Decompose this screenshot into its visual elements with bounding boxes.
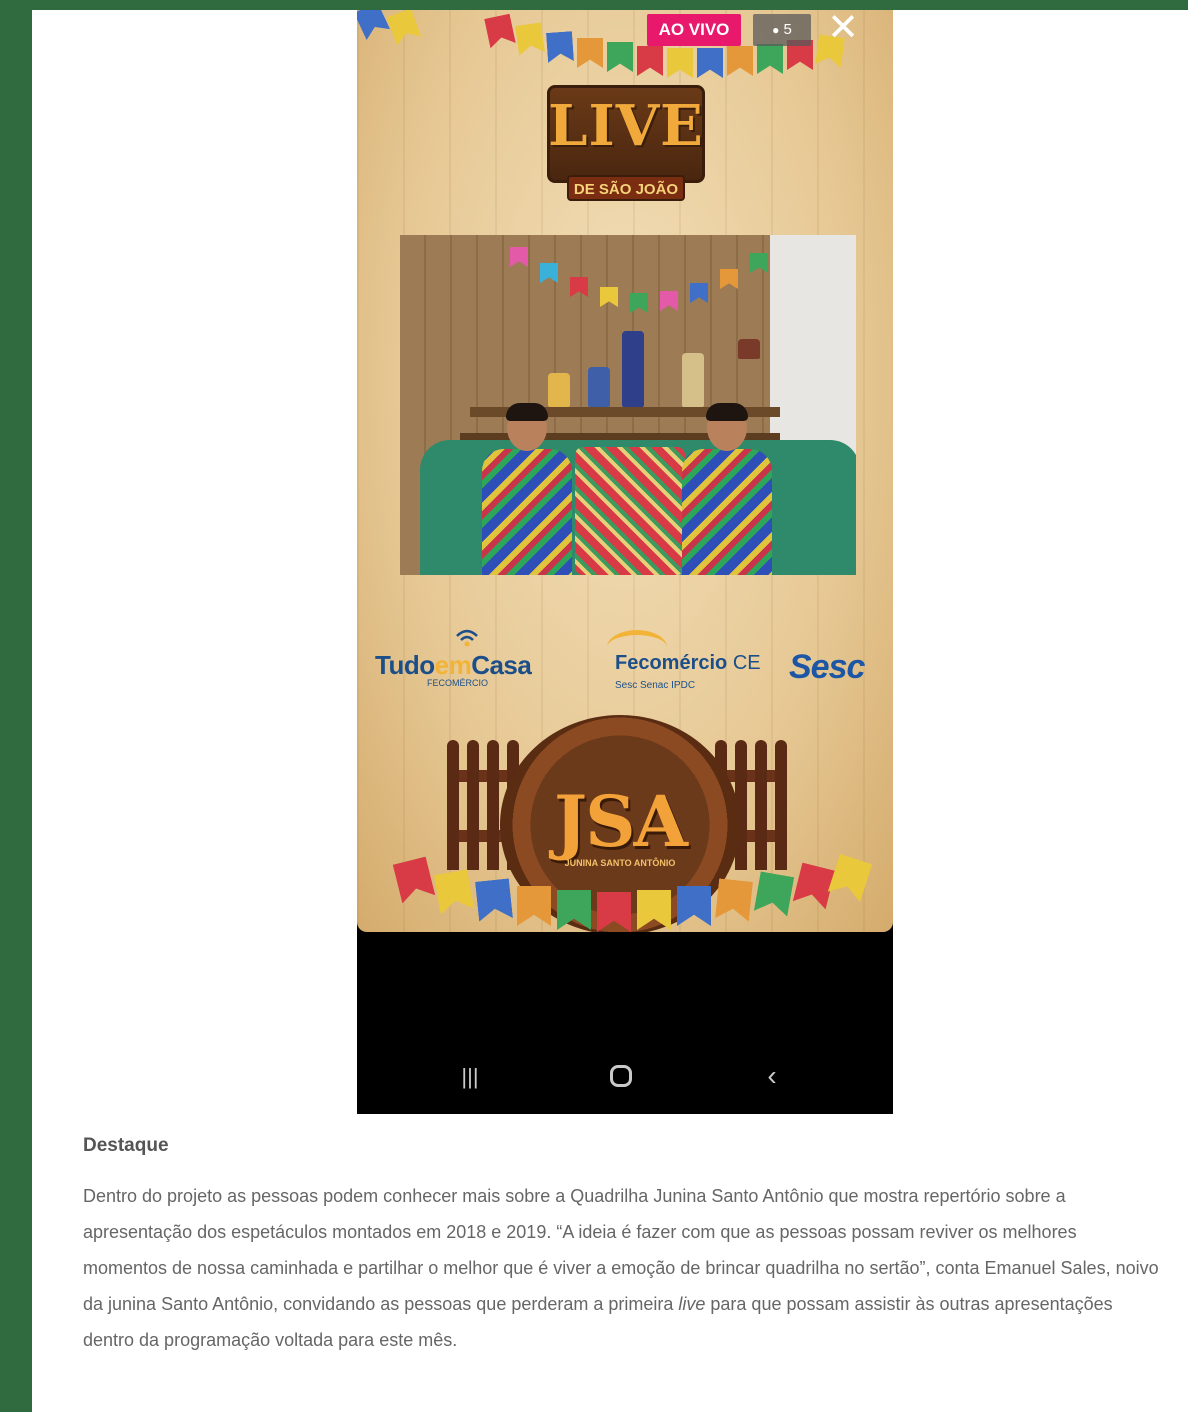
bunting-flag [667, 48, 693, 78]
left-border [0, 0, 32, 1412]
bunting-flag [357, 10, 390, 40]
bunting-flag [637, 46, 663, 76]
bunting-flag [434, 869, 474, 914]
bunting-bottom [357, 850, 893, 932]
logo-part: Tudo [375, 650, 435, 680]
shirt [682, 449, 772, 575]
bunting-flag [757, 44, 783, 74]
logo-part: em [434, 650, 472, 680]
bunting-flag [607, 42, 633, 72]
article-body: Destaque Dentro do projeto as pessoas po… [83, 1132, 1163, 1358]
bunting-flag [515, 22, 545, 55]
viewer-count-badge: ● 5 [753, 14, 811, 46]
trophy [548, 373, 570, 407]
sesc-logo: Sesc [789, 648, 865, 686]
fecomercio-state: CE [732, 652, 761, 674]
bunting-flag [484, 14, 516, 49]
bunting-flag [577, 38, 603, 68]
bunting-flag [677, 886, 711, 926]
live-badge: AO VIVO [647, 14, 741, 46]
trophy [682, 353, 704, 407]
wifi-icon [456, 629, 478, 647]
bunting-flag [637, 890, 671, 930]
hair [706, 403, 748, 421]
hair [506, 403, 548, 421]
tudo-em-casa-sub: FECOMÉRCIO [427, 678, 489, 688]
logo-subtitle: DE SÃO JOÃO [567, 175, 685, 201]
trophy [622, 331, 644, 407]
bunting-flag [546, 31, 574, 63]
eye-icon: ● [772, 23, 780, 37]
home-icon[interactable] [610, 1065, 632, 1087]
fecomercio-name: Fecomércio [615, 652, 728, 674]
article-content: AO VIVO ● 5 ✕ LIVE DE SÃO JOÃO TudoemCas… [32, 10, 1188, 1412]
fecomercio-sub: Sesc Senac IPDC [615, 680, 696, 691]
bunting-flag [697, 48, 723, 78]
shirt [482, 449, 572, 575]
live-stream-screen: AO VIVO ● 5 ✕ LIVE DE SÃO JOÃO TudoemCas… [357, 10, 893, 932]
back-icon[interactable]: ‹ [759, 1062, 785, 1090]
sponsor-logos: TudoemCasa FECOMÉRCIO Fecomércio CE Sesc… [357, 628, 893, 698]
trophy [588, 367, 610, 407]
phone-screenshot: AO VIVO ● 5 ✕ LIVE DE SÃO JOÃO TudoemCas… [357, 10, 893, 1114]
pillow [575, 447, 685, 575]
bunting-flag [715, 878, 753, 921]
live-de-sao-joao-logo: LIVE DE SÃO JOÃO [547, 85, 705, 203]
bunting-flag [597, 892, 631, 932]
section-heading: Destaque [83, 1135, 169, 1156]
article-paragraph: Dentro do projeto as pessoas podem conhe… [83, 1178, 1163, 1358]
trophy [738, 339, 760, 359]
video-feed [400, 235, 856, 575]
top-border [0, 0, 1188, 10]
paragraph-emphasis: live [678, 1294, 706, 1314]
person-left [482, 403, 572, 575]
bunting-flag [828, 854, 873, 903]
logo-title: LIVE [548, 93, 704, 159]
person-right [682, 403, 772, 575]
bunting-flag [727, 46, 753, 76]
bunting-flag [517, 886, 551, 926]
recents-icon[interactable]: ||| [457, 1066, 483, 1088]
bunting-flag [387, 10, 422, 46]
android-nav-bar: ||| ‹ [357, 1032, 893, 1114]
bunting-flag [475, 878, 513, 921]
logo-part: Casa [471, 650, 532, 680]
tudo-em-casa-logo: TudoemCasa [375, 650, 532, 681]
bunting-flag [754, 871, 794, 916]
bunting-flag [557, 890, 591, 930]
bunting-flag [393, 856, 436, 903]
viewer-count: 5 [783, 21, 792, 38]
fecomercio-logo: Fecomércio CE [615, 652, 761, 675]
close-icon[interactable]: ✕ [823, 10, 863, 50]
bunting-flag [793, 862, 836, 909]
